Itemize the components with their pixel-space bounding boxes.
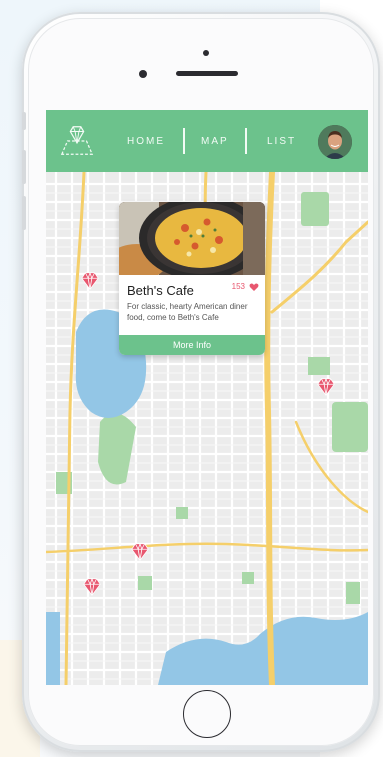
map-pin-2[interactable] (315, 376, 337, 398)
map-pin-1[interactable] (79, 270, 101, 292)
more-info-button[interactable]: More Info (119, 335, 265, 355)
proximity-sensor (203, 50, 209, 56)
place-photo (119, 202, 265, 275)
avatar[interactable] (318, 125, 352, 159)
profile-photo (318, 125, 352, 159)
volume-down-button (22, 196, 26, 230)
diamond-map-icon[interactable] (58, 122, 96, 160)
earpiece-speaker (176, 71, 238, 76)
nav-list[interactable]: LIST (267, 136, 296, 147)
home-button[interactable] (183, 690, 231, 738)
map-pin-3[interactable] (129, 541, 151, 563)
nav-home[interactable]: HOME (127, 136, 165, 147)
app-screen: HOME MAP LIST Beth's Cafe 153 For classi… (46, 110, 368, 685)
place-description: For classic, hearty American diner food,… (127, 302, 248, 322)
nav-map[interactable]: MAP (201, 136, 229, 147)
place-card[interactable]: Beth's Cafe 153 For classic, hearty Amer… (119, 202, 265, 355)
likes-count: 153 (231, 282, 245, 291)
volume-up-button (22, 150, 26, 184)
map-pin-4[interactable] (81, 576, 103, 598)
place-title: Beth's Cafe (127, 283, 194, 298)
mute-switch (22, 112, 26, 130)
heart-icon[interactable] (249, 282, 259, 292)
nav-divider (183, 128, 185, 154)
top-navbar: HOME MAP LIST (46, 110, 368, 172)
nav-divider (245, 128, 247, 154)
front-camera (139, 70, 147, 78)
